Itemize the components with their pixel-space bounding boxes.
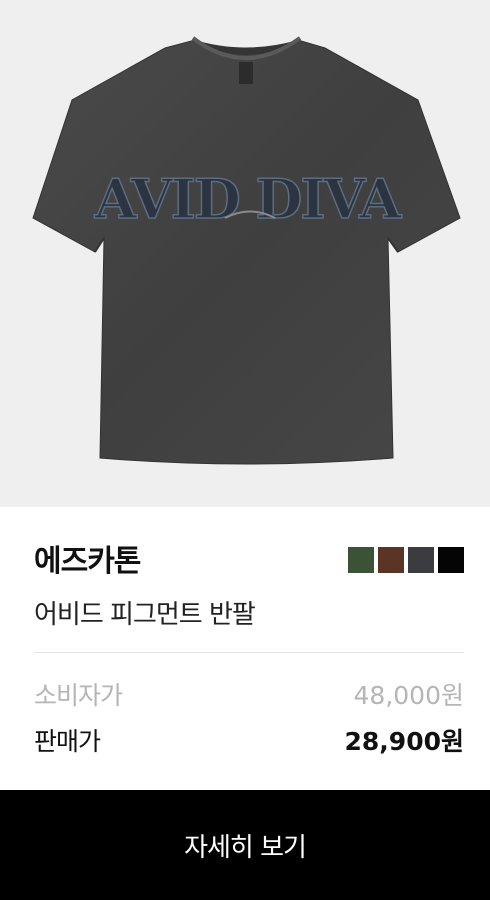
divider xyxy=(34,652,464,653)
product-image[interactable]: AVID DIVA xyxy=(0,0,490,507)
product-name[interactable]: 어비드 피그먼트 반팔 xyxy=(34,594,256,631)
msrp-label: 소비자가 xyxy=(34,681,123,710)
color-swatches xyxy=(348,547,464,573)
color-swatch-brown[interactable] xyxy=(378,547,404,573)
color-swatch-black[interactable] xyxy=(438,547,464,573)
color-swatch-charcoal[interactable] xyxy=(408,547,434,573)
msrp-value: 48,000원 xyxy=(353,681,464,710)
color-swatch-green[interactable] xyxy=(348,547,374,573)
sale-price-value: 28,900원 xyxy=(344,727,464,756)
sale-price-label: 판매가 xyxy=(34,727,101,756)
view-details-button[interactable]: 자세히 보기 xyxy=(0,790,490,900)
chest-print: AVID DIVA xyxy=(94,167,403,231)
tshirt-body xyxy=(32,39,461,465)
neck-label xyxy=(239,62,253,84)
brand-name[interactable]: 에즈카톤 xyxy=(34,536,141,580)
tshirt-illustration: AVID DIVA xyxy=(32,36,461,465)
